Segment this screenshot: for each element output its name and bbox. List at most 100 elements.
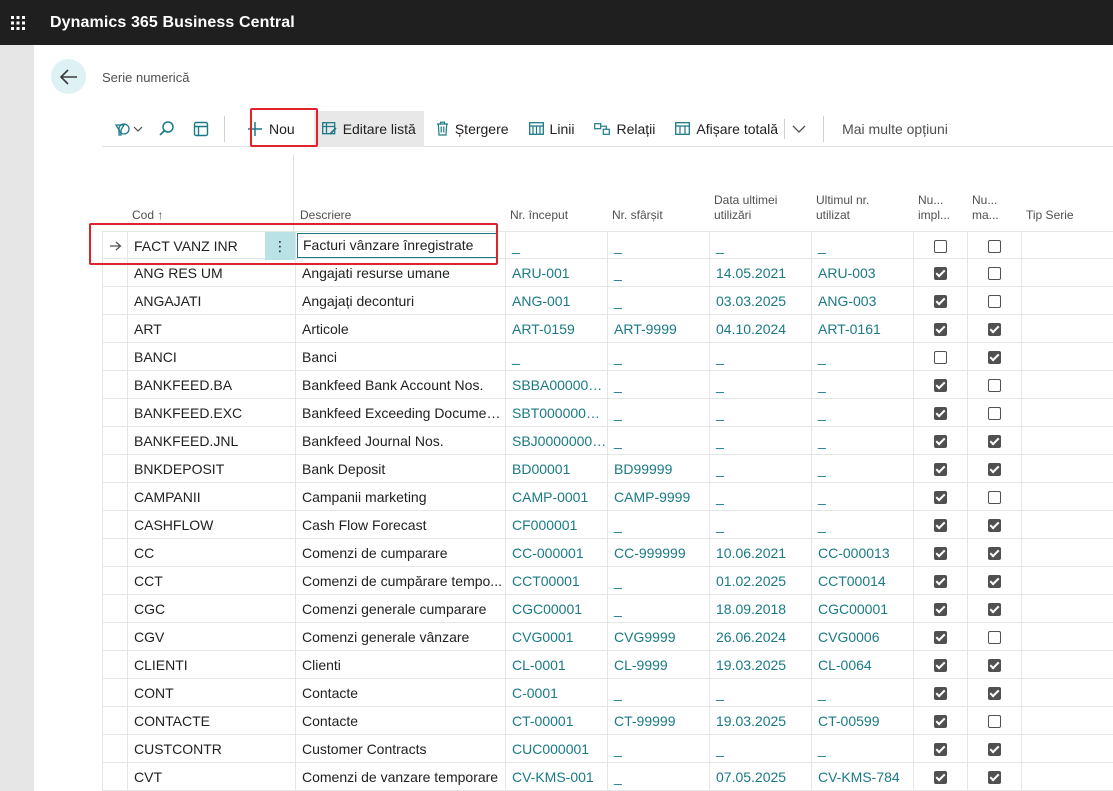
- last-no-cell[interactable]: _: [811, 679, 913, 707]
- series-type-cell[interactable]: [1021, 623, 1113, 651]
- table-row[interactable]: CGC Comenzi generale cumparare CGC00001 _ 18…: [102, 595, 1113, 623]
- code-cell[interactable]: BANKFEED.EXC: [127, 399, 265, 427]
- end-no-cell[interactable]: _: [607, 511, 709, 539]
- description-cell[interactable]: Articole: [295, 315, 505, 343]
- checkbox[interactable]: [988, 434, 1001, 448]
- end-no-cell[interactable]: _: [607, 595, 709, 623]
- manual-nos-cell[interactable]: [967, 539, 1021, 567]
- end-no-cell[interactable]: CT-99999: [607, 707, 709, 735]
- checkbox[interactable]: [934, 294, 947, 308]
- default-nos-cell[interactable]: [913, 735, 967, 763]
- table-row[interactable]: CVT Comenzi de vanzare temporare CV-KMS-00…: [102, 763, 1113, 791]
- col-last-date[interactable]: Data ultimei utilizări: [714, 193, 777, 223]
- new-button[interactable]: Nou: [237, 111, 305, 147]
- manual-nos-cell[interactable]: [967, 651, 1021, 679]
- code-cell[interactable]: BANKFEED.BA: [127, 371, 265, 399]
- default-nos-cell[interactable]: [913, 567, 967, 595]
- description-cell[interactable]: Angajati resurse umane: [295, 259, 505, 287]
- checkbox[interactable]: [988, 546, 1001, 560]
- checkbox[interactable]: [988, 378, 1001, 392]
- checkbox[interactable]: [934, 239, 947, 253]
- row-selector[interactable]: [102, 287, 127, 315]
- manual-nos-cell[interactable]: [967, 763, 1021, 791]
- code-cell[interactable]: CONT: [127, 679, 265, 707]
- app-launcher-icon[interactable]: [0, 0, 36, 45]
- table-row[interactable]: CC Comenzi de cumparare CC-000001 CC-999999…: [102, 539, 1113, 567]
- new-row-default-checkbox[interactable]: [913, 232, 967, 260]
- series-type-cell[interactable]: [1021, 595, 1113, 623]
- checkbox[interactable]: [988, 239, 1001, 253]
- back-button[interactable]: [51, 59, 86, 94]
- last-date-cell[interactable]: _: [709, 455, 811, 483]
- checkbox[interactable]: [934, 266, 947, 280]
- code-cell[interactable]: CONTACTE: [127, 707, 265, 735]
- manual-nos-cell[interactable]: [967, 567, 1021, 595]
- checkbox[interactable]: [934, 378, 947, 392]
- end-no-cell[interactable]: _: [607, 679, 709, 707]
- default-nos-cell[interactable]: [913, 427, 967, 455]
- code-cell[interactable]: CC: [127, 539, 265, 567]
- row-selector[interactable]: [102, 735, 127, 763]
- series-type-cell[interactable]: [1021, 259, 1113, 287]
- last-no-cell[interactable]: ARU-003: [811, 259, 913, 287]
- row-actions-icon[interactable]: ⋮: [265, 232, 295, 260]
- description-cell[interactable]: Angajați deconturi: [295, 287, 505, 315]
- start-no-cell[interactable]: CUC000001: [505, 735, 607, 763]
- checkbox[interactable]: [988, 462, 1001, 476]
- search-button[interactable]: [150, 111, 184, 147]
- start-no-cell[interactable]: CC-000001: [505, 539, 607, 567]
- code-cell[interactable]: CAMPANII: [127, 483, 265, 511]
- description-cell[interactable]: Bankfeed Exceeding Documen...: [295, 399, 505, 427]
- description-cell[interactable]: Campanii marketing: [295, 483, 505, 511]
- checkbox[interactable]: [934, 518, 947, 532]
- series-type-cell[interactable]: [1021, 539, 1113, 567]
- last-no-cell[interactable]: ART-0161: [811, 315, 913, 343]
- checkbox[interactable]: [934, 490, 947, 504]
- checkbox[interactable]: [988, 490, 1001, 504]
- manual-nos-cell[interactable]: [967, 595, 1021, 623]
- manual-nos-cell[interactable]: [967, 623, 1021, 651]
- table-row[interactable]: CGV Comenzi generale vânzare CVG0001 CVG999…: [102, 623, 1113, 651]
- last-date-cell[interactable]: _: [709, 511, 811, 539]
- row-selector[interactable]: [102, 455, 127, 483]
- delete-button[interactable]: Ștergere: [428, 111, 517, 147]
- row-selector[interactable]: [102, 595, 127, 623]
- end-no-cell[interactable]: _: [607, 763, 709, 791]
- last-date-cell[interactable]: _: [709, 679, 811, 707]
- start-no-cell[interactable]: CV-KMS-001: [505, 763, 607, 791]
- last-date-cell[interactable]: 07.05.2025: [709, 763, 811, 791]
- series-type-cell[interactable]: [1021, 399, 1113, 427]
- start-no-cell[interactable]: _: [505, 343, 607, 371]
- end-no-cell[interactable]: _: [607, 259, 709, 287]
- description-cell[interactable]: Clienti: [295, 651, 505, 679]
- col-code[interactable]: Cod ↑: [132, 208, 163, 223]
- manual-nos-cell[interactable]: [967, 427, 1021, 455]
- code-cell[interactable]: CVT: [127, 763, 265, 791]
- series-type-cell[interactable]: [1021, 371, 1113, 399]
- description-cell[interactable]: Bankfeed Journal Nos.: [295, 427, 505, 455]
- last-no-cell[interactable]: _: [811, 427, 913, 455]
- checkbox[interactable]: [934, 462, 947, 476]
- lines-button[interactable]: Linii: [521, 111, 583, 147]
- description-cell[interactable]: Contacte: [295, 707, 505, 735]
- code-cell[interactable]: BANCI: [127, 343, 265, 371]
- checkbox[interactable]: [934, 742, 947, 756]
- row-selector[interactable]: [102, 651, 127, 679]
- last-date-cell[interactable]: 19.03.2025: [709, 651, 811, 679]
- end-no-cell[interactable]: ART-9999: [607, 315, 709, 343]
- manual-nos-cell[interactable]: [967, 259, 1021, 287]
- series-type-cell[interactable]: [1021, 763, 1113, 791]
- manual-nos-cell[interactable]: [967, 343, 1021, 371]
- description-cell[interactable]: Customer Contracts: [295, 735, 505, 763]
- default-nos-cell[interactable]: [913, 287, 967, 315]
- end-no-cell[interactable]: BD99999: [607, 455, 709, 483]
- last-no-cell[interactable]: ANG-003: [811, 287, 913, 315]
- description-cell[interactable]: Cash Flow Forecast: [295, 511, 505, 539]
- end-no-cell[interactable]: CL-9999: [607, 651, 709, 679]
- start-no-cell[interactable]: CAMP-0001: [505, 483, 607, 511]
- default-nos-cell[interactable]: [913, 623, 967, 651]
- default-nos-cell[interactable]: [913, 707, 967, 735]
- series-type-cell[interactable]: [1021, 455, 1113, 483]
- last-date-cell[interactable]: 26.06.2024: [709, 623, 811, 651]
- relations-button[interactable]: Relații: [586, 111, 663, 147]
